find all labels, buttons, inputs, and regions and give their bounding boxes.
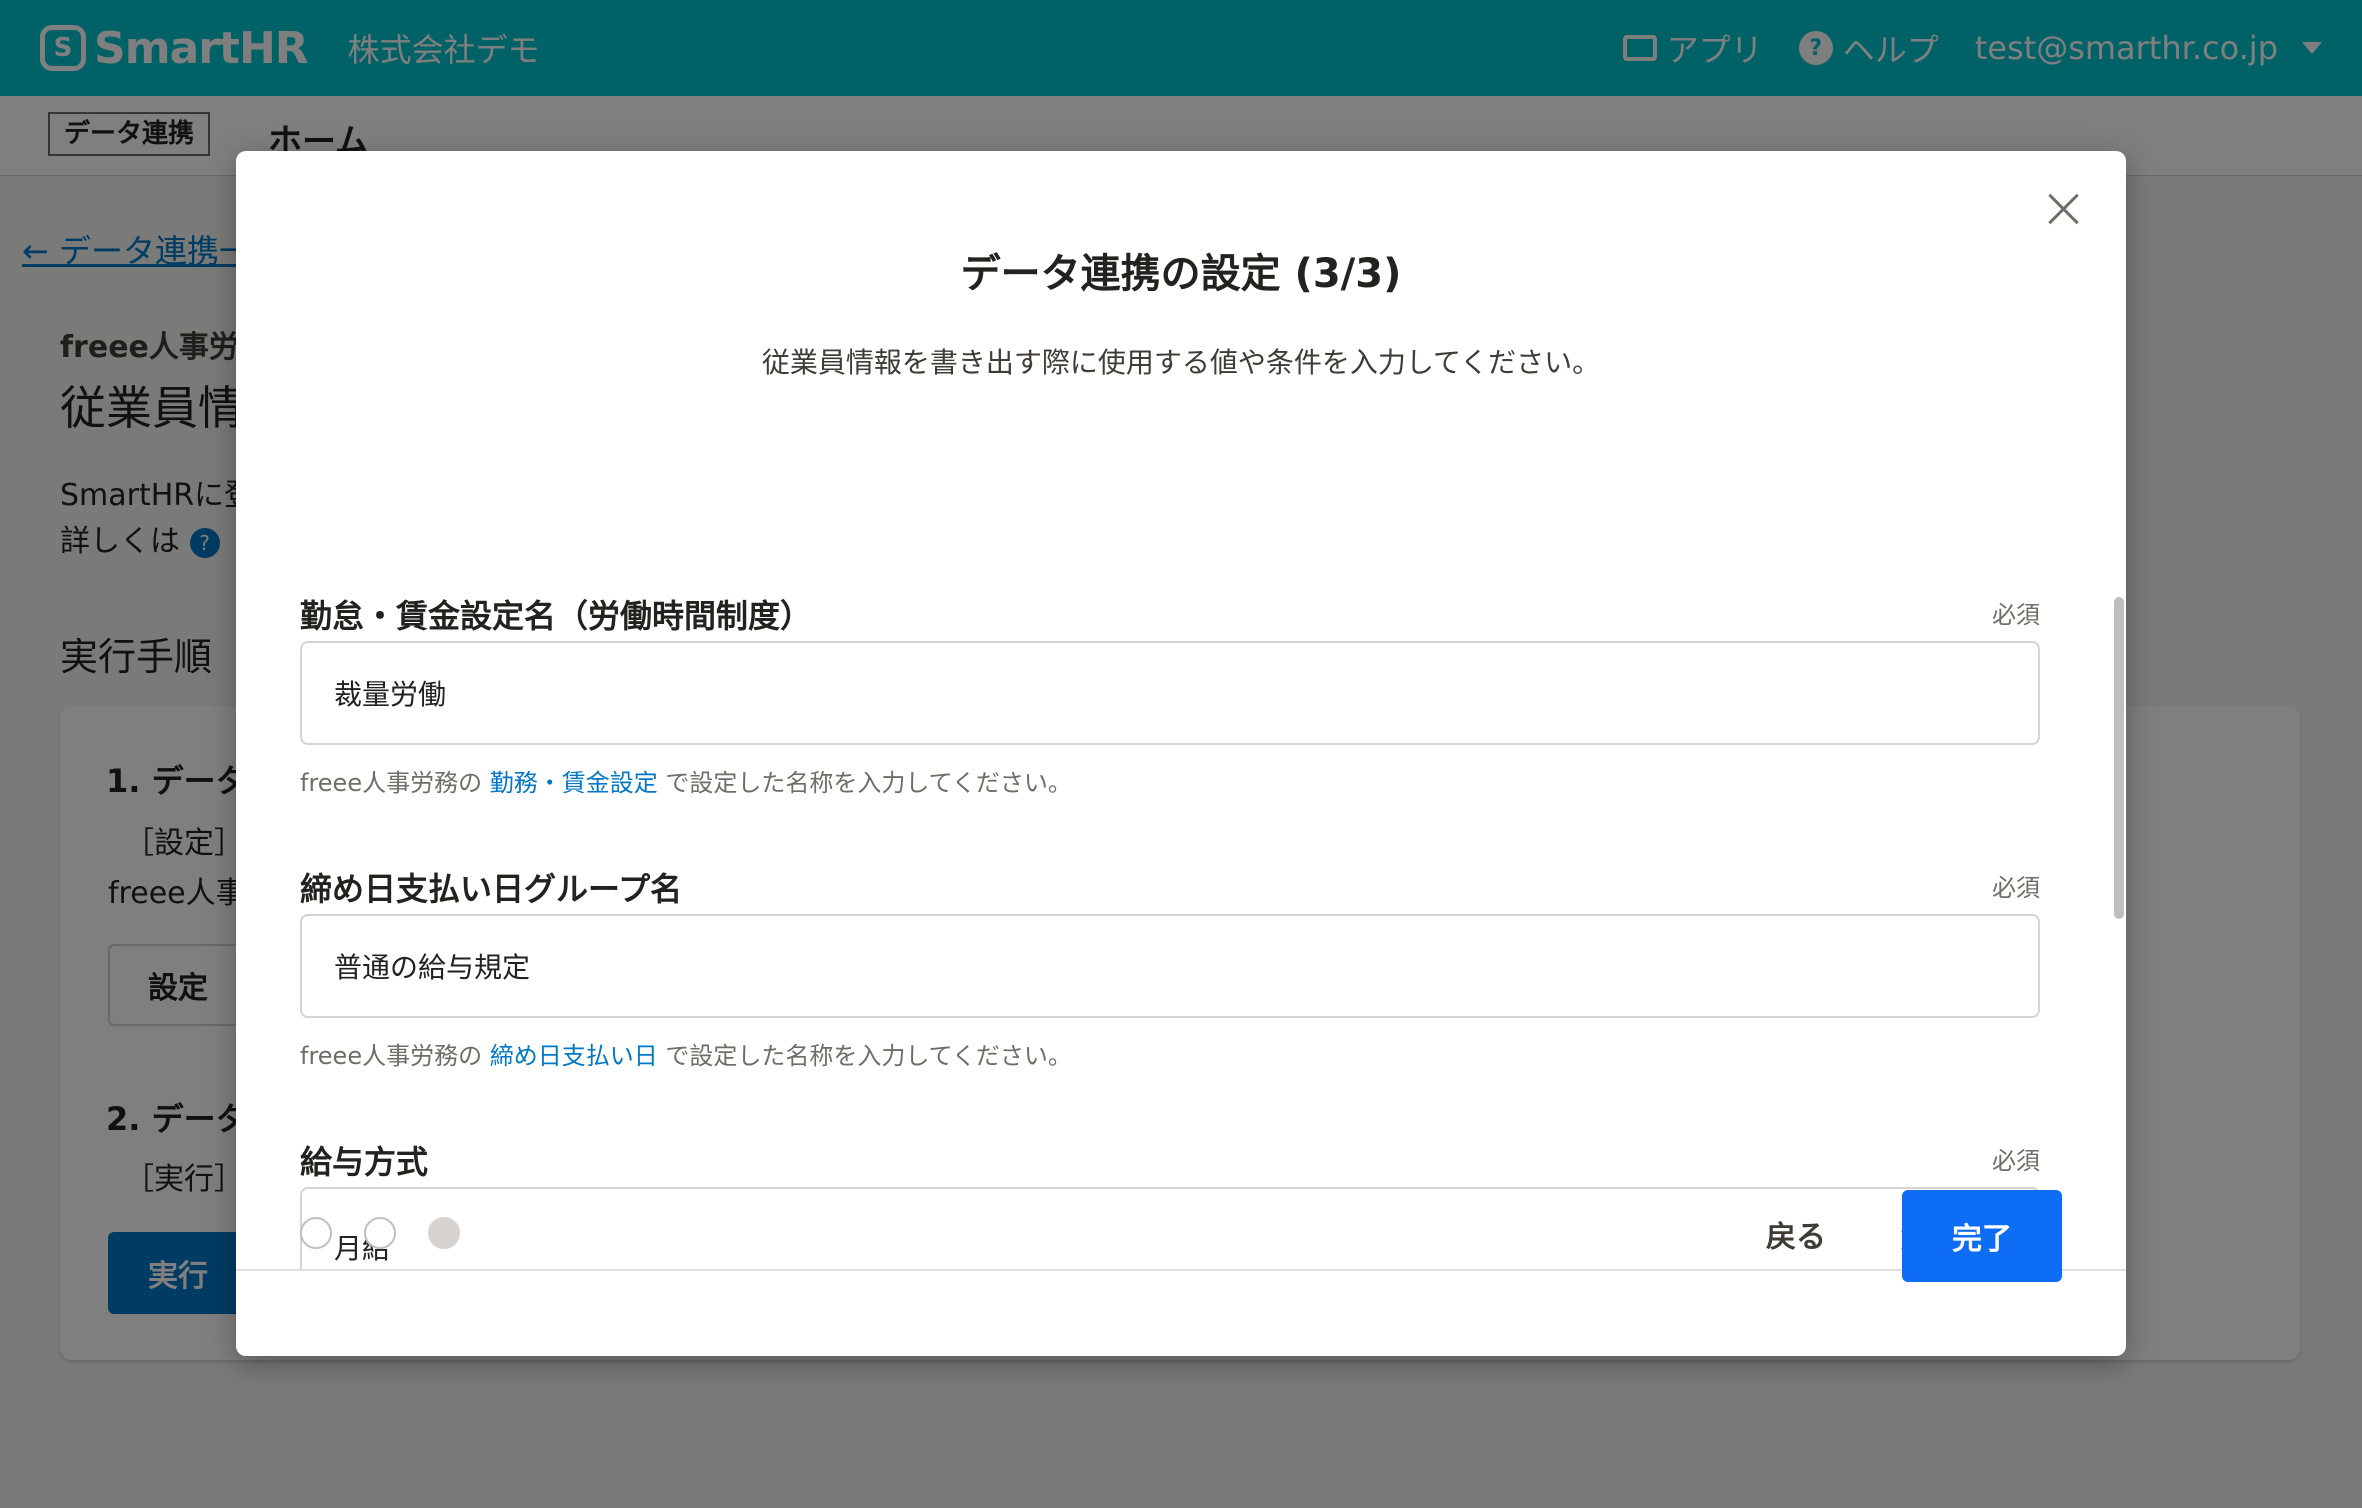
done-button[interactable]: 完了 (1902, 1190, 2062, 1282)
step-dot-2 (364, 1217, 396, 1249)
dialog-title: データ連携の設定 (3/3) (960, 251, 1402, 297)
closing-date-link[interactable]: 締め日支払い日 (490, 1042, 658, 1070)
required-badge: 必須 (1992, 1147, 2040, 1175)
field-work-setting: 勤怠・賃金設定名（労働時間制度） 必須 freee人事労務の 勤務・賃金設定 で… (300, 591, 2040, 797)
field-closing-group: 締め日支払い日グループ名 必須 freee人事労務の 締め日支払い日 で設定した… (300, 864, 2040, 1070)
settings-dialog: データ連携の設定 (3/3) 従業員情報を書き出す際に使用する値や条件を入力して… (236, 151, 2126, 1356)
back-button[interactable]: 戻る (1736, 1191, 1856, 1277)
closing-group-input[interactable] (300, 914, 2040, 1018)
step-dot-1 (300, 1217, 332, 1249)
step-indicator (300, 1217, 460, 1249)
hint-suffix: で設定した名称を入力してください。 (665, 769, 1072, 797)
required-badge: 必須 (1992, 601, 2040, 629)
step-dot-3-active (428, 1217, 460, 1249)
hint-prefix: freee人事労務の (300, 769, 483, 797)
field-label: 締め日支払い日グループ名 (300, 870, 683, 908)
work-setting-input[interactable] (300, 641, 2040, 745)
work-setting-link[interactable]: 勤務・賃金設定 (490, 769, 658, 797)
field-pay-type: 給与方式 必須 月給 (300, 1137, 2040, 1269)
scrollbar-thumb[interactable] (2114, 597, 2124, 919)
field-label: 勤怠・賃金設定名（労働時間制度） (300, 597, 813, 635)
required-badge: 必須 (1992, 874, 2040, 902)
hint-suffix: で設定した名称を入力してください。 (665, 1042, 1072, 1070)
dialog-description: 従業員情報を書き出す際に使用する値や条件を入力してください。 (761, 346, 1601, 379)
field-label: 給与方式 (300, 1143, 429, 1181)
field-hint: freee人事労務の 締め日支払い日 で設定した名称を入力してください。 (300, 1036, 1072, 1071)
field-hint: freee人事労務の 勤務・賃金設定 で設定した名称を入力してください。 (300, 763, 1072, 798)
dialog-body[interactable]: 勤怠・賃金設定名（労働時間制度） 必須 freee人事労務の 勤務・賃金設定 で… (236, 411, 2126, 1271)
close-icon[interactable] (2040, 185, 2088, 233)
hint-prefix: freee人事労務の (300, 1042, 483, 1070)
dialog-scrollbar[interactable] (2112, 597, 2126, 1179)
